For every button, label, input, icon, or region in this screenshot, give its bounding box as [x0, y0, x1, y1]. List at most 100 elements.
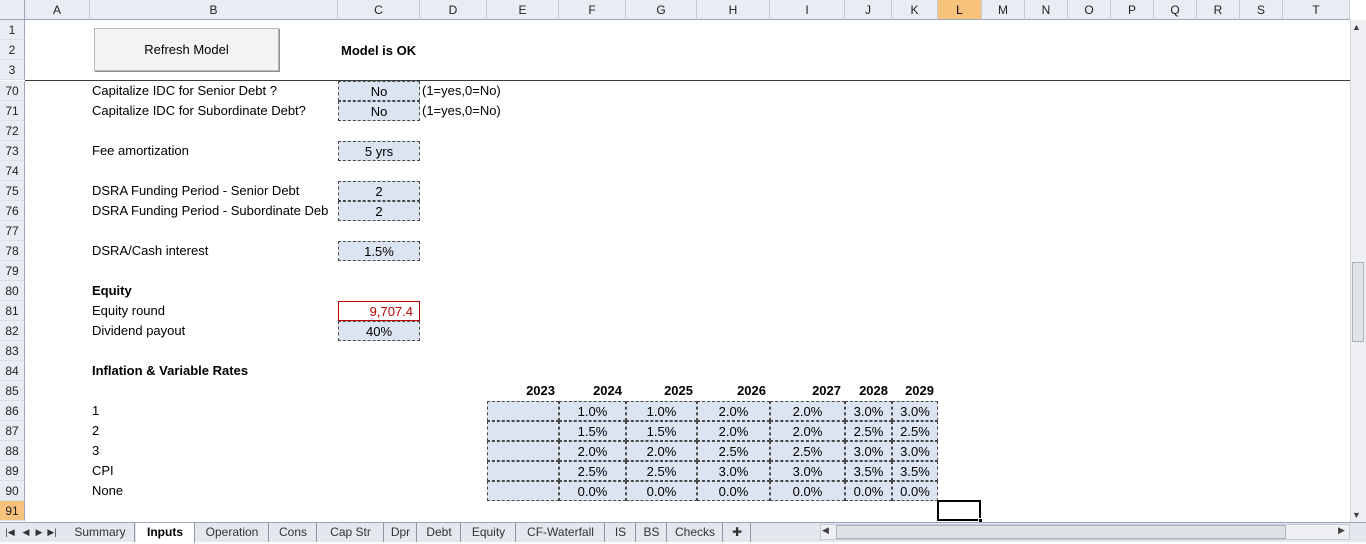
first-sheet-icon[interactable]: |◀ — [4, 525, 16, 539]
sheet-tab-cap-str[interactable]: Cap Str — [318, 523, 384, 542]
row-header-86[interactable]: 86 — [0, 401, 25, 421]
dsra-sub-input[interactable]: 2 — [338, 201, 420, 221]
column-header-r[interactable]: R — [1197, 0, 1240, 20]
sheet-tab-bs[interactable]: BS — [637, 523, 667, 542]
sheet-tab-checks[interactable]: Checks — [668, 523, 723, 542]
scroll-right-icon[interactable]: ▶ — [1338, 525, 1345, 536]
inflation-rate-cell[interactable]: 3.0% — [770, 461, 845, 481]
column-header-b[interactable]: B — [90, 0, 338, 20]
column-header-k[interactable]: K — [892, 0, 938, 20]
inflation-rate-cell[interactable]: 3.0% — [845, 401, 892, 421]
inflation-rate-cell[interactable]: 2.5% — [697, 441, 770, 461]
column-header-q[interactable]: Q — [1154, 0, 1197, 20]
row-header-77[interactable]: 77 — [0, 221, 25, 241]
sheet-tab-inputs[interactable]: Inputs — [136, 523, 195, 544]
row-header-81[interactable]: 81 — [0, 301, 25, 321]
column-header-s[interactable]: S — [1240, 0, 1283, 20]
row-header-74[interactable]: 74 — [0, 161, 25, 181]
horizontal-scroll-thumb[interactable] — [836, 525, 1286, 539]
row-header-88[interactable]: 88 — [0, 441, 25, 461]
column-header-h[interactable]: H — [697, 0, 770, 20]
cap-idc-senior-input[interactable]: No — [338, 81, 420, 101]
dividend-payout-input[interactable]: 40% — [338, 321, 420, 341]
dsra-senior-input[interactable]: 2 — [338, 181, 420, 201]
row-header-80[interactable]: 80 — [0, 281, 25, 301]
inflation-rate-cell[interactable]: 2.0% — [559, 441, 626, 461]
row-header-72[interactable]: 72 — [0, 121, 25, 141]
refresh-model-button[interactable]: Refresh Model — [94, 28, 279, 71]
row-header-75[interactable]: 75 — [0, 181, 25, 201]
active-cell-cursor[interactable] — [937, 500, 981, 521]
column-header-j[interactable]: J — [845, 0, 892, 20]
column-header-o[interactable]: O — [1068, 0, 1111, 20]
sheet-tab-is[interactable]: IS — [606, 523, 636, 542]
inflation-rate-cell[interactable]: 0.0% — [845, 481, 892, 501]
column-header-g[interactable]: G — [626, 0, 697, 20]
row-header-76[interactable]: 76 — [0, 201, 25, 221]
cap-idc-sub-input[interactable]: No — [338, 101, 420, 121]
scroll-left-icon[interactable]: ◀ — [822, 525, 829, 536]
row-header-73[interactable]: 73 — [0, 141, 25, 161]
inflation-rate-cell[interactable]: 2.5% — [626, 461, 697, 481]
inflation-rate-cell[interactable]: 2.5% — [770, 441, 845, 461]
row-header-83[interactable]: 83 — [0, 341, 25, 361]
row-header-91[interactable]: 91 — [0, 501, 25, 521]
row-header-90[interactable]: 90 — [0, 481, 25, 501]
inflation-rate-cell[interactable]: 3.0% — [697, 461, 770, 481]
column-header-f[interactable]: F — [559, 0, 626, 20]
inflation-rate-cell[interactable]: 1.0% — [626, 401, 697, 421]
column-header-a[interactable]: A — [25, 0, 90, 20]
inflation-rate-cell[interactable]: 2.0% — [626, 441, 697, 461]
inflation-rate-cell[interactable]: 2.5% — [892, 421, 938, 441]
fee-amortization-input[interactable]: 5 yrs — [338, 141, 420, 161]
column-header-p[interactable]: P — [1111, 0, 1154, 20]
select-all-corner[interactable] — [0, 0, 25, 20]
inflation-rate-cell[interactable]: 3.5% — [845, 461, 892, 481]
column-header-t[interactable]: T — [1283, 0, 1350, 20]
sheet-tab-operation[interactable]: Operation — [196, 523, 269, 542]
inflation-rate-cell[interactable] — [487, 421, 559, 441]
column-header-i[interactable]: I — [770, 0, 845, 20]
row-header-87[interactable]: 87 — [0, 421, 25, 441]
column-header-c[interactable]: C — [338, 0, 420, 20]
dsra-interest-input[interactable]: 1.5% — [338, 241, 420, 261]
sheet-tab-cf-waterfall[interactable]: CF-Waterfall — [517, 523, 605, 542]
next-sheet-icon[interactable]: ▶ — [33, 525, 45, 539]
scroll-down-icon[interactable]: ▼ — [1352, 510, 1361, 520]
inflation-rate-cell[interactable] — [487, 401, 559, 421]
inflation-rate-cell[interactable]: 1.0% — [559, 401, 626, 421]
column-header-d[interactable]: D — [420, 0, 487, 20]
inflation-rate-cell[interactable] — [487, 461, 559, 481]
row-header-2[interactable]: 2 — [0, 40, 25, 60]
row-header-84[interactable]: 84 — [0, 361, 25, 381]
sheet-tab-dpr[interactable]: Dpr — [385, 523, 417, 542]
inflation-rate-cell[interactable]: 2.5% — [559, 461, 626, 481]
column-header-m[interactable]: M — [982, 0, 1025, 20]
column-header-e[interactable]: E — [487, 0, 559, 20]
row-header-70[interactable]: 70 — [0, 81, 25, 101]
row-header-89[interactable]: 89 — [0, 461, 25, 481]
equity-round-value[interactable]: 9,707.4 — [338, 301, 420, 321]
inflation-rate-cell[interactable]: 2.0% — [697, 401, 770, 421]
column-header-n[interactable]: N — [1025, 0, 1068, 20]
inflation-rate-cell[interactable]: 2.5% — [845, 421, 892, 441]
inflation-rate-cell[interactable] — [487, 441, 559, 461]
inflation-rate-cell[interactable]: 2.0% — [770, 421, 845, 441]
inflation-rate-cell[interactable]: 2.0% — [697, 421, 770, 441]
inflation-rate-cell[interactable]: 3.0% — [892, 441, 938, 461]
inflation-rate-cell[interactable]: 0.0% — [626, 481, 697, 501]
sheet-tab-debt[interactable]: Debt — [418, 523, 461, 542]
column-header-l[interactable]: L — [938, 0, 982, 20]
row-header-1[interactable]: 1 — [0, 20, 25, 40]
prev-sheet-icon[interactable]: ◀ — [20, 525, 32, 539]
insert-sheet-icon[interactable]: ✚ — [724, 523, 751, 542]
inflation-rate-cell[interactable] — [487, 481, 559, 501]
inflation-rate-cell[interactable]: 3.0% — [845, 441, 892, 461]
vertical-scroll-thumb[interactable] — [1352, 262, 1364, 342]
inflation-rate-cell[interactable]: 1.5% — [559, 421, 626, 441]
sheet-tab-summary[interactable]: Summary — [66, 523, 135, 542]
scroll-up-icon[interactable]: ▲ — [1352, 22, 1361, 32]
sheet-tab-equity[interactable]: Equity — [462, 523, 516, 542]
row-header-79[interactable]: 79 — [0, 261, 25, 281]
row-header-82[interactable]: 82 — [0, 321, 25, 341]
